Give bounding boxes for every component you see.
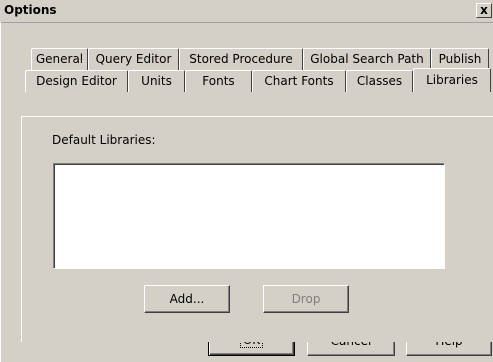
tab-classes[interactable]: Classes [346,70,413,92]
default-libraries-label: Default Libraries: [52,133,156,147]
tab-libraries[interactable]: Libraries [413,68,491,92]
tab-publish[interactable]: Publish [431,48,489,70]
close-icon[interactable]: x [476,3,492,18]
tab-fonts[interactable]: Fonts [185,70,252,92]
tab-design-editor[interactable]: Design Editor [25,70,128,92]
tab-general[interactable]: General [31,48,88,70]
drop-button: Drop [263,285,349,313]
tab-query-editor[interactable]: Query Editor [88,48,179,70]
window-title: Options [4,3,57,17]
tab-global-search-path[interactable]: Global Search Path [303,48,431,70]
add-button[interactable]: Add... [144,285,230,313]
dialog-body: General Query Editor Stored Procedure Gl… [0,22,493,362]
default-libraries-list[interactable] [53,163,445,269]
tab-stored-procedure[interactable]: Stored Procedure [179,48,303,70]
title-bar: Options x [0,0,493,23]
tab-chart-fonts[interactable]: Chart Fonts [252,70,346,92]
tab-units[interactable]: Units [128,70,185,92]
libraries-panel: Default Libraries: Add... Drop [21,116,493,342]
